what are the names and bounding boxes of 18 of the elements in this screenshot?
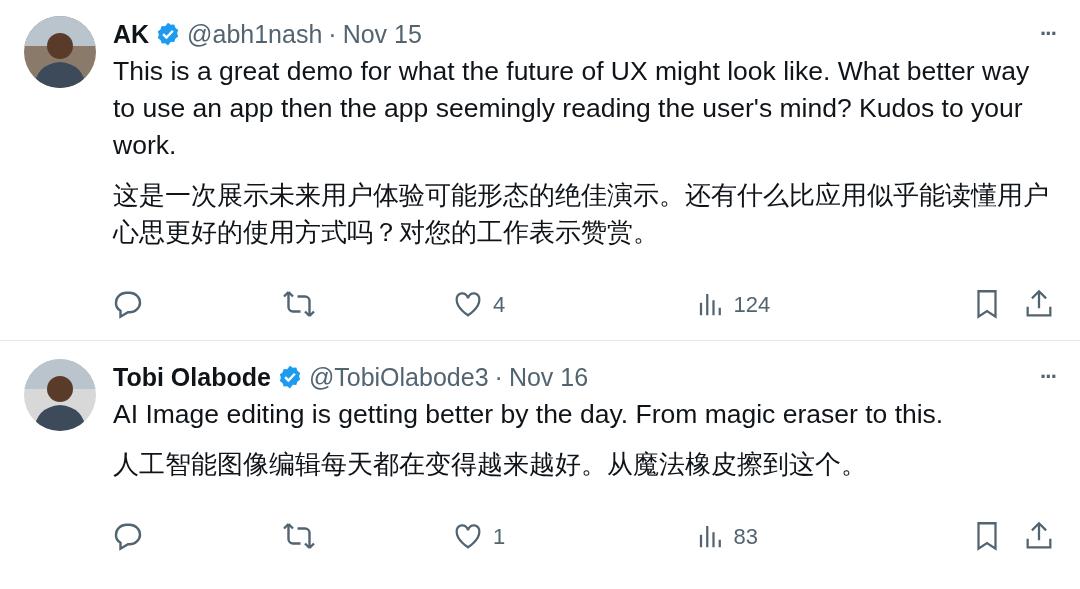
post-text: 人工智能图像编辑每天都在变得越来越好。从魔法橡皮擦到这个。 (113, 448, 868, 481)
post-text: AI Image editing is getting better by the day. From magic eraser to this. (113, 398, 945, 431)
author-name[interactable]: Tobi Olabode (113, 359, 271, 395)
post-date[interactable]: Nov 15 (342, 16, 422, 52)
author-name[interactable]: AK (113, 16, 150, 52)
like-count: 4 (493, 290, 506, 319)
more-options[interactable]: ··· (1040, 359, 1056, 395)
view-count: 124 (733, 290, 771, 319)
author-handle[interactable]: @TobiOlabode3 (308, 359, 489, 395)
separator: · (328, 19, 337, 50)
post-date[interactable]: Nov 16 (508, 359, 589, 395)
more-options[interactable]: ··· (1040, 16, 1056, 52)
post-text: 这是一次展示未来用户体验可能形态的绝佳演示。还有什么比应用似乎能读懂用户心思更好的使用方式吗？对您的工作表示赞赏。 (113, 179, 1050, 249)
separator: · (494, 362, 503, 393)
author-handle[interactable]: @abh1nash (187, 16, 323, 52)
view-count: 83 (733, 522, 758, 551)
post-text: This is a great demo for what the future of UX might look like. What better way to use an app then the app seemingly reading the user's mind? Kudos to your work. (113, 55, 1031, 162)
like-count: 1 (493, 522, 506, 551)
